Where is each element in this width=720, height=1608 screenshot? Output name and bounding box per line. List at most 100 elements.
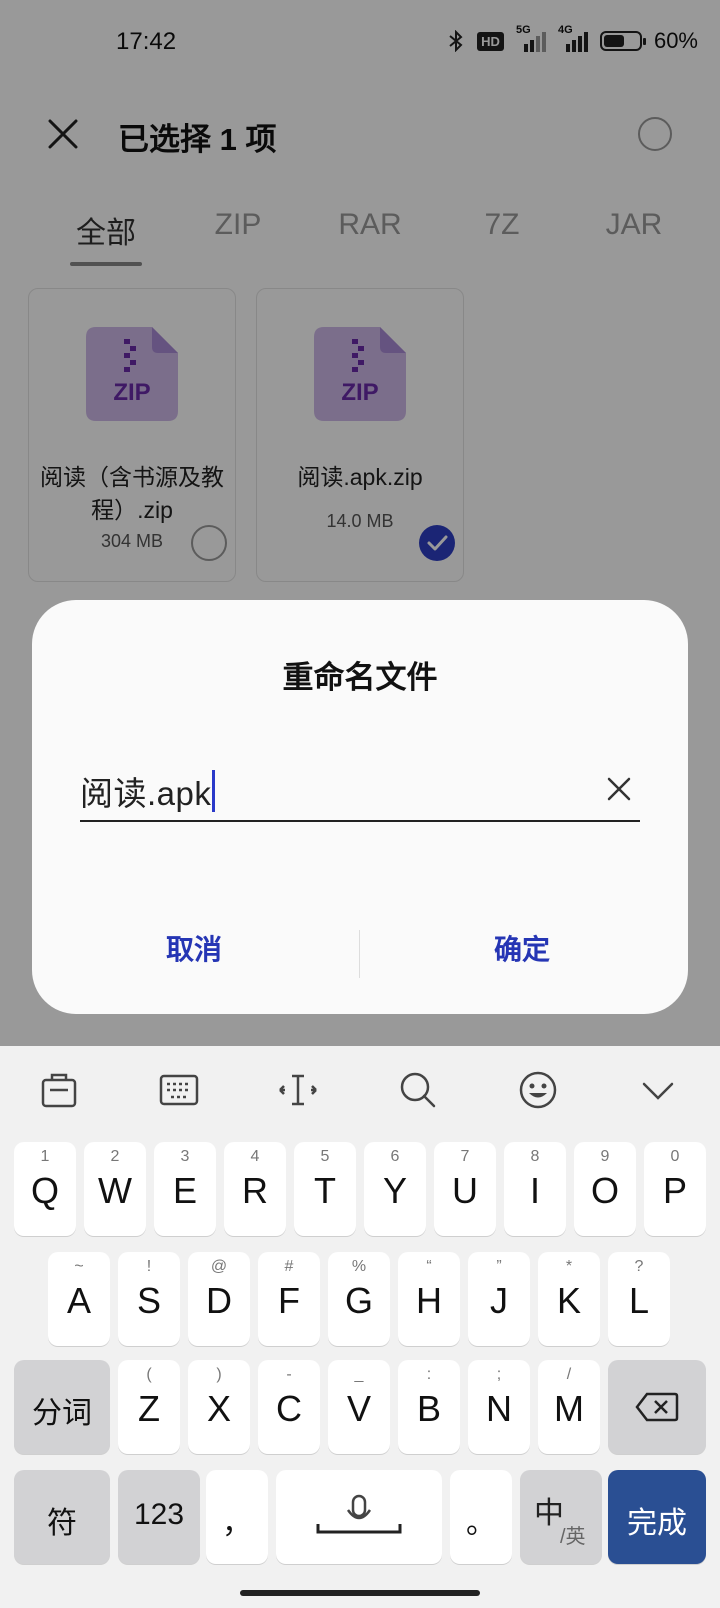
emoji-icon[interactable] <box>516 1068 560 1112</box>
key-label: J <box>490 1280 508 1321</box>
space-key[interactable] <box>276 1470 442 1564</box>
key-p[interactable]: 0P <box>644 1142 706 1236</box>
key-h[interactable]: “H <box>398 1252 460 1346</box>
key-label: A <box>66 1280 91 1321</box>
key-label: 符 <box>47 1507 77 1540</box>
key-m[interactable]: / M <box>538 1360 600 1454</box>
key-g[interactable]: % G <box>328 1252 390 1346</box>
key-v[interactable]: _ V <box>328 1360 390 1454</box>
key-secondary-label: # <box>284 1258 294 1275</box>
key-s[interactable]: ! S <box>118 1252 180 1346</box>
key-label: L <box>628 1280 650 1321</box>
key-label: I <box>529 1170 540 1211</box>
cursor-move-icon[interactable] <box>276 1068 320 1112</box>
keyboard-layout-icon[interactable] <box>157 1068 201 1112</box>
done-key[interactable]: 完成 <box>608 1470 706 1564</box>
key-secondary-label: ) <box>216 1366 222 1383</box>
key-n[interactable]: ; N <box>468 1360 530 1454</box>
key-y[interactable]: 6Y <box>364 1142 426 1236</box>
key-secondary-label: 1 <box>40 1148 50 1165</box>
key-k[interactable]: * K <box>538 1252 600 1346</box>
key-secondary-label: 8 <box>530 1148 540 1165</box>
key-a[interactable]: ~ A <box>48 1252 110 1346</box>
key-l[interactable]: ? L <box>608 1252 670 1346</box>
lang-sub-label: /英 <box>560 1526 586 1548</box>
key-u[interactable]: 7U <box>434 1142 496 1236</box>
key-secondary-label: ~ <box>74 1258 84 1275</box>
key-secondary-label: ! <box>146 1258 152 1275</box>
key-label: U <box>452 1170 478 1211</box>
key-q[interactable]: 1Q <box>14 1142 76 1236</box>
key-label: Z <box>138 1388 160 1429</box>
key-i[interactable]: 8I <box>504 1142 566 1236</box>
key-o[interactable]: 9O <box>574 1142 636 1236</box>
key-secondary-label: ; <box>496 1366 502 1383</box>
key-t[interactable]: 5T <box>294 1142 356 1236</box>
key-label: K <box>556 1280 581 1321</box>
key-label: Y <box>382 1170 407 1211</box>
key-secondary-label: : <box>426 1366 432 1383</box>
number-key[interactable]: 123 <box>118 1470 200 1564</box>
key-label: Q <box>30 1170 59 1211</box>
key-secondary-label: 3 <box>180 1148 190 1165</box>
key-secondary-label: 9 <box>600 1148 610 1165</box>
key-secondary-label: 4 <box>250 1148 260 1165</box>
key-label: N <box>486 1388 512 1429</box>
key-label: D <box>206 1280 232 1321</box>
comma-key[interactable]: ， <box>206 1470 268 1564</box>
dialog-title: 重命名文件 <box>282 660 438 695</box>
clear-input-icon[interactable] <box>604 774 634 804</box>
key-secondary-label: 2 <box>110 1148 120 1165</box>
key-secondary-label: * <box>565 1258 573 1275</box>
key-label: C <box>276 1388 302 1429</box>
key-label: O <box>590 1170 619 1211</box>
key-label: 123 <box>133 1498 185 1531</box>
key-label: P <box>662 1170 687 1211</box>
keyboard-toolbar <box>0 1046 720 1138</box>
key-label: 。 <box>466 1507 496 1540</box>
key-label: M <box>554 1388 584 1429</box>
microphone-icon <box>316 1494 402 1534</box>
key-label: T <box>314 1170 336 1211</box>
segment-key[interactable]: 分词 <box>14 1360 110 1454</box>
file-picker-screen: 17:42 HD 5G 4G 60% 已选择 1 项 全部 ZIP RAR 7Z… <box>0 0 720 1608</box>
key-secondary-label: _ <box>354 1366 364 1383</box>
key-b[interactable]: :B <box>398 1360 460 1454</box>
key-secondary-label: ? <box>634 1258 644 1275</box>
key-e[interactable]: 3E <box>154 1142 216 1236</box>
key-secondary-label: @ <box>210 1258 228 1275</box>
key-z[interactable]: (Z <box>118 1360 180 1454</box>
key-c[interactable]: -C <box>258 1360 320 1454</box>
home-indicator[interactable] <box>240 1590 480 1596</box>
clipboard-icon[interactable] <box>37 1068 81 1112</box>
filename-input[interactable]: 阅读.apk <box>80 762 640 822</box>
key-label: B <box>416 1388 441 1429</box>
key-d[interactable]: @ D <box>188 1252 250 1346</box>
key-label: R <box>242 1170 268 1211</box>
symbol-key[interactable]: 符 <box>14 1470 110 1564</box>
key-secondary-label: 5 <box>320 1148 330 1165</box>
key-label: W <box>98 1170 132 1211</box>
key-label: G <box>344 1280 373 1321</box>
key-w[interactable]: 2W <box>84 1142 146 1236</box>
filename-input-value: 阅读.apk <box>80 775 212 812</box>
soft-keyboard: 1 Q 2 W 3 E 4 R 5 T 6 Y 7 U 8 I 9 O 0 P ~ A! S @ D # F% G “H” J * K? L 分词… <box>0 1046 720 1608</box>
key-secondary-label: - <box>286 1366 292 1383</box>
key-f[interactable]: # F <box>258 1252 320 1346</box>
button-divider <box>359 930 360 978</box>
language-switch-key[interactable]: 中/英 <box>520 1470 602 1564</box>
period-key[interactable]: 。 <box>450 1470 512 1564</box>
backspace-key[interactable] <box>608 1360 706 1454</box>
search-icon[interactable] <box>396 1068 440 1112</box>
chevron-down-icon[interactable] <box>636 1068 680 1112</box>
key-r[interactable]: 4R <box>224 1142 286 1236</box>
key-x[interactable]: ) X <box>188 1360 250 1454</box>
confirm-button[interactable]: 确定 <box>422 928 622 968</box>
key-secondary-label: “ <box>426 1258 432 1275</box>
backspace-icon <box>635 1392 679 1422</box>
key-label: 完成 <box>627 1507 687 1540</box>
key-label: F <box>278 1280 300 1321</box>
cancel-button[interactable]: 取消 <box>94 928 294 968</box>
key-j[interactable]: ” J <box>468 1252 530 1346</box>
key-secondary-label: / <box>566 1366 572 1383</box>
